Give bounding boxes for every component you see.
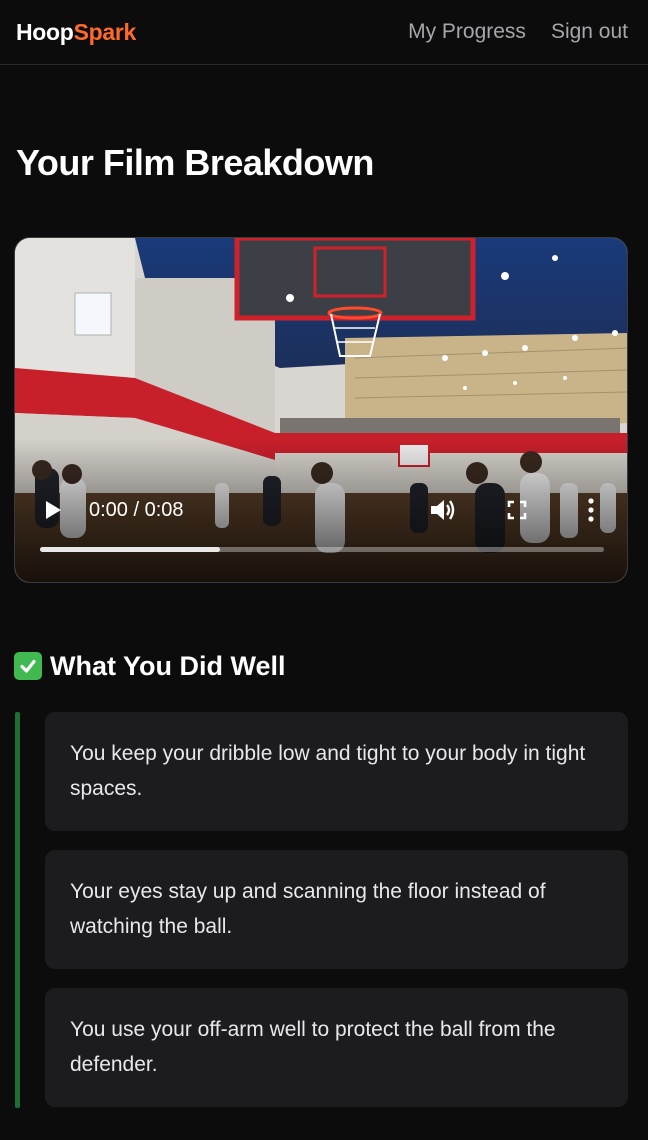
header-nav: My Progress Sign out: [408, 20, 628, 44]
video-progress-bar[interactable]: [40, 547, 604, 552]
video-buffered-fill: [40, 547, 221, 552]
nav-my-progress-link[interactable]: My Progress: [408, 20, 526, 44]
strength-card: You keep your dribble low and tight to y…: [45, 712, 628, 831]
strength-card: Your eyes stay up and scanning the floor…: [45, 850, 628, 969]
play-icon[interactable]: [43, 500, 63, 520]
more-options-icon[interactable]: [585, 497, 597, 523]
brand-name-part1: Hoop: [16, 18, 74, 45]
page-title: Your Film Breakdown: [16, 142, 374, 183]
strength-text: Your eyes stay up and scanning the floor…: [70, 880, 546, 938]
strength-text: You use your off-arm well to protect the…: [70, 1018, 556, 1076]
section-heading-text: What You Did Well: [50, 650, 286, 681]
nav-sign-out-link[interactable]: Sign out: [551, 20, 628, 44]
strength-text: You keep your dribble low and tight to y…: [70, 742, 586, 800]
volume-icon[interactable]: [429, 497, 457, 523]
check-mark-icon: [14, 652, 42, 680]
video-player[interactable]: 0:00 / 0:08: [14, 237, 628, 583]
section-heading-strengths: What You Did Well: [14, 648, 286, 684]
video-time-display: 0:00 / 0:08: [89, 499, 184, 521]
video-frame: [15, 238, 627, 582]
strength-card: You use your off-arm well to protect the…: [45, 988, 628, 1107]
brand-logo[interactable]: HoopSpark: [16, 19, 136, 46]
brand-name-part2: Spark: [73, 18, 137, 45]
section-accent-bar: [15, 712, 20, 1108]
top-nav-bar: HoopSpark My Progress Sign out: [0, 0, 648, 65]
fullscreen-icon[interactable]: [507, 500, 527, 520]
